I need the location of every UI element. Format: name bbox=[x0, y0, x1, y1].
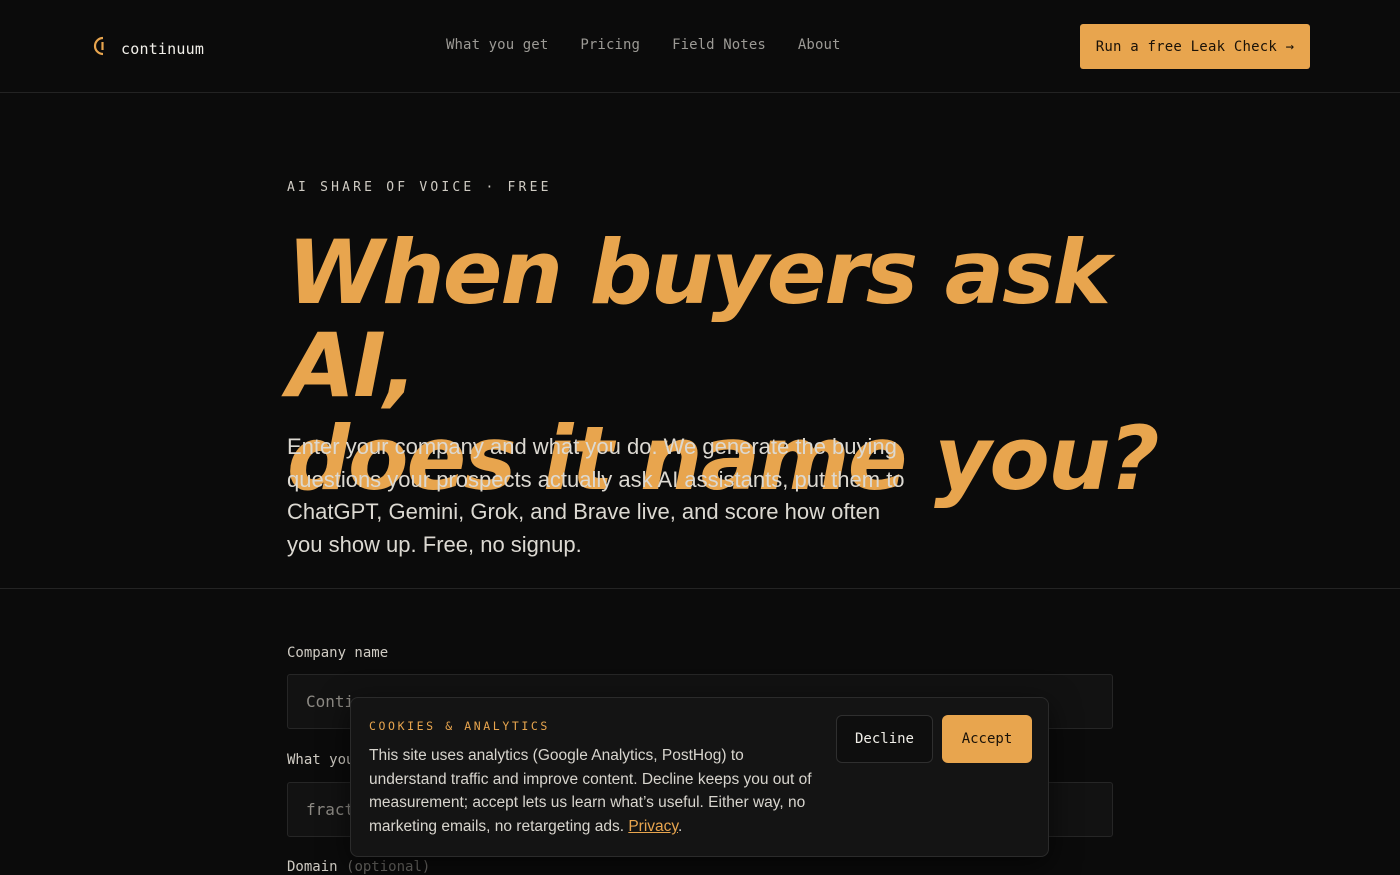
privacy-link[interactable]: Privacy bbox=[628, 818, 678, 835]
nav-pricing[interactable]: Pricing bbox=[580, 37, 640, 53]
cookie-banner-title: COOKIES & ANALYTICS bbox=[369, 719, 550, 733]
company-name-label: Company name bbox=[287, 645, 389, 661]
hero-lead: Enter your company and what you do. We g… bbox=[287, 434, 905, 557]
leak-check-button[interactable]: Run a free Leak Check → bbox=[1080, 24, 1310, 69]
logo-icon bbox=[92, 35, 112, 62]
eyebrow: AI SHARE OF VOICE · FREE bbox=[287, 180, 552, 195]
cookie-banner-body: This site uses analytics (Google Analyti… bbox=[369, 747, 812, 836]
what-you-do-placeholder: fract bbox=[306, 800, 355, 819]
nav-what-you-get[interactable]: What you get bbox=[446, 37, 548, 53]
what-you-do-label: What you bbox=[287, 752, 355, 768]
decline-button[interactable]: Decline bbox=[836, 715, 933, 763]
nav-about[interactable]: About bbox=[798, 37, 841, 53]
main-nav: What you get Pricing Field Notes About bbox=[446, 37, 873, 53]
cookie-banner: COOKIES & ANALYTICS This site uses analy… bbox=[350, 697, 1049, 857]
brand[interactable]: continuum bbox=[92, 35, 204, 62]
domain-label: Domain (optional) bbox=[287, 859, 430, 875]
domain-optional-hint: (optional) bbox=[346, 859, 431, 875]
accept-button[interactable]: Accept bbox=[942, 715, 1032, 763]
domain-label-text: Domain bbox=[287, 859, 338, 875]
nav-field-notes[interactable]: Field Notes bbox=[672, 37, 766, 53]
section-divider bbox=[0, 588, 1400, 589]
cookie-banner-text: This site uses analytics (Google Analyti… bbox=[369, 744, 824, 839]
cookie-banner-period: . bbox=[678, 818, 683, 836]
site-header: continuum What you get Pricing Field Not… bbox=[0, 0, 1400, 93]
headline-line-1: When buyers ask AI, bbox=[287, 221, 1111, 417]
brand-name: continuum bbox=[121, 39, 205, 58]
